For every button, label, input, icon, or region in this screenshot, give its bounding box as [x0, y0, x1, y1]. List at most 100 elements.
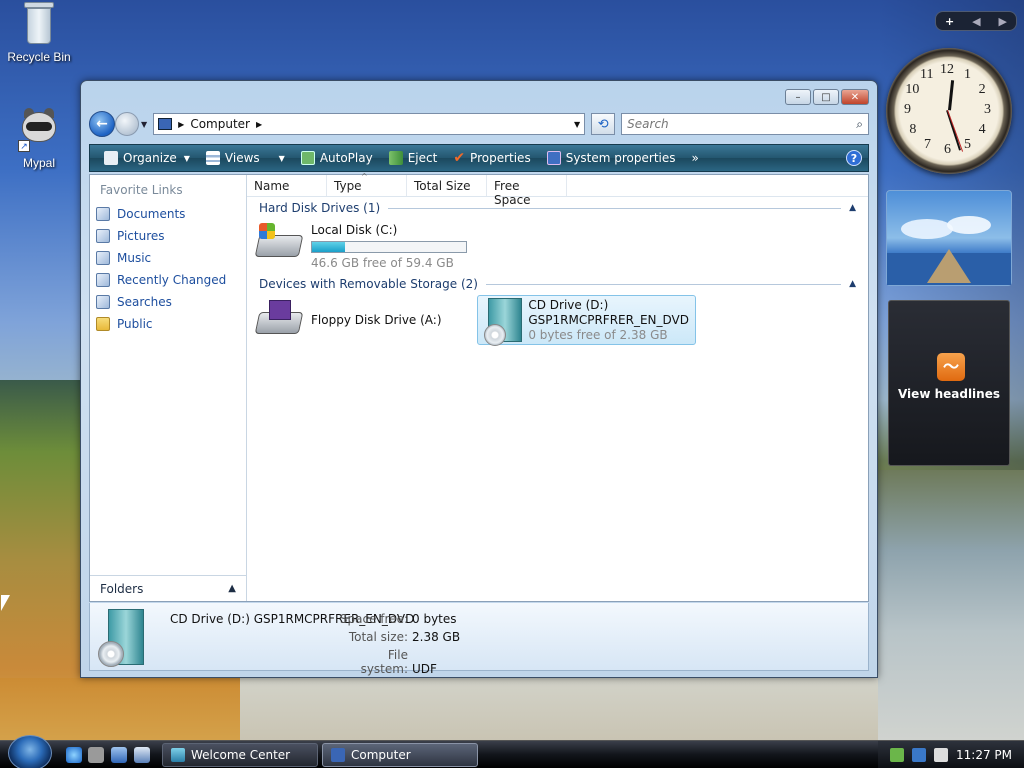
raccoon-shortcut-icon: ↗ — [18, 108, 60, 152]
autoplay-button[interactable]: AutoPlay — [293, 145, 381, 171]
desktop-wallpaper-field-bottom — [0, 678, 260, 740]
folders-label: Folders — [100, 581, 144, 596]
sidebar-gadget-controls: + ◀ ▶ — [935, 11, 1017, 31]
breadcrumb-chevron-icon[interactable]: ▶ — [178, 120, 184, 129]
command-toolbar: Organize ▼ Views ▼ AutoPlay Eject ✔ Proper… — [89, 144, 869, 172]
next-icon[interactable]: ▶ — [999, 15, 1007, 28]
details-value: 0 bytes — [412, 612, 457, 626]
address-dropdown-icon[interactable]: ▼ — [574, 120, 580, 129]
task-label: Computer — [351, 748, 411, 762]
drive-floppy-a[interactable]: Floppy Disk Drive (A:) — [254, 299, 442, 341]
recent-pages-dropdown[interactable]: ▼ — [141, 120, 147, 129]
fav-link-label: Searches — [117, 295, 172, 309]
taskbar: Welcome Center Computer 11:27 PM — [0, 735, 1024, 768]
fav-link-pictures[interactable]: Pictures — [90, 225, 246, 247]
clock-numeral: 12 — [940, 62, 954, 77]
help-icon[interactable]: ? — [846, 150, 862, 166]
security-icon[interactable] — [890, 748, 904, 762]
computer-icon — [331, 748, 345, 762]
disk-usage-fill — [312, 242, 346, 252]
system-properties-label: System properties — [565, 151, 676, 165]
organize-button[interactable]: Organize ▼ — [96, 145, 198, 171]
mypal-quicklaunch-icon[interactable] — [88, 747, 104, 763]
drive-cd-d[interactable]: CD Drive (D:) GSP1RMCPRFRER_EN_DVD 0 byt… — [477, 295, 696, 346]
close-button[interactable]: ✕ — [841, 89, 869, 105]
folders-toggle[interactable]: Folders ▲ — [90, 575, 246, 601]
forward-button[interactable] — [115, 112, 139, 136]
search-input[interactable]: Search ⌕ — [621, 113, 869, 135]
taskbar-item-welcome-center[interactable]: Welcome Center — [162, 743, 318, 767]
clock-time[interactable]: 11:27 PM — [956, 748, 1012, 762]
fav-link-searches[interactable]: Searches — [90, 291, 246, 313]
switch-windows-icon[interactable] — [134, 747, 150, 763]
documents-icon — [96, 207, 110, 221]
fav-link-label: Public — [117, 317, 153, 331]
slideshow-gadget[interactable] — [886, 190, 1012, 286]
properties-button[interactable]: ✔ Properties — [445, 145, 538, 171]
show-desktop-icon[interactable] — [111, 747, 127, 763]
fav-link-music[interactable]: Music — [90, 247, 246, 269]
drive-name: CD Drive (D:) — [528, 298, 609, 312]
explorer-window: – □ ✕ ← ▼ ▶ Computer ▶ ▼ ⟲ Search ⌕ Orga… — [80, 80, 878, 678]
maximize-button[interactable]: □ — [813, 89, 839, 105]
column-header-name[interactable]: Name — [247, 175, 327, 196]
navigation-pane: Favorite Links Documents Pictures Music … — [90, 175, 247, 601]
desktop-icon-recycle-bin[interactable]: Recycle Bin — [1, 2, 77, 64]
views-icon — [205, 151, 220, 165]
add-gadget-icon[interactable]: + — [945, 15, 954, 28]
drive-free-space: 46.6 GB free of 59.4 GB — [311, 256, 454, 270]
breadcrumb-computer[interactable]: Computer — [190, 117, 250, 131]
fav-link-recently-changed[interactable]: Recently Changed — [90, 269, 246, 291]
more-commands-button[interactable]: » — [684, 145, 707, 171]
volume-muted-icon[interactable] — [934, 748, 948, 762]
fav-link-label: Music — [117, 251, 152, 265]
drive-local-disk-c[interactable]: Local Disk (C:) 46.6 GB free of 59.4 GB — [254, 223, 467, 271]
refresh-button[interactable]: ⟲ — [591, 113, 616, 135]
fav-link-public[interactable]: Public — [90, 313, 246, 335]
drive-name: Local Disk (C:) — [311, 223, 398, 237]
window-controls: – □ ✕ — [785, 89, 869, 105]
back-button[interactable]: ← — [89, 111, 115, 137]
mouse-cursor-icon — [1, 595, 10, 611]
start-button[interactable] — [8, 735, 52, 768]
fav-link-documents[interactable]: Documents — [90, 203, 246, 225]
views-button[interactable]: Views ▼ — [198, 145, 293, 171]
desktop-icon-mypal[interactable]: ↗ Mypal — [1, 108, 77, 170]
search-placeholder: Search — [627, 117, 669, 131]
desktop-wallpaper-water — [878, 470, 1024, 740]
chevron-up-icon: ▲ — [849, 203, 856, 213]
group-label: Devices with Removable Storage (2) — [259, 277, 478, 291]
breadcrumb-chevron-icon[interactable]: ▶ — [256, 120, 262, 129]
chevron-up-icon: ▲ — [849, 279, 856, 289]
fav-link-label: Pictures — [117, 229, 165, 243]
clock-numeral: 9 — [904, 102, 911, 117]
column-header-type[interactable]: ^ Type — [327, 172, 407, 196]
organize-label: Organize — [123, 151, 177, 165]
minimize-button[interactable]: – — [785, 89, 811, 105]
eject-button[interactable]: Eject — [381, 145, 446, 171]
music-icon — [96, 251, 110, 265]
group-removable-storage[interactable]: Devices with Removable Storage (2) ▲ — [247, 273, 868, 293]
column-header-total-size[interactable]: Total Size — [407, 175, 487, 196]
network-icon[interactable] — [912, 748, 926, 762]
group-hard-disk-drives[interactable]: Hard Disk Drives (1) ▲ — [247, 197, 868, 217]
address-bar[interactable]: ▶ Computer ▶ ▼ — [153, 113, 586, 135]
feed-headlines-gadget[interactable]: 〜 View headlines — [888, 300, 1010, 466]
column-header-free-space[interactable]: Free Space — [487, 175, 567, 207]
previous-icon[interactable]: ◀ — [972, 15, 980, 28]
clock-gadget[interactable]: 11 10 9 8 7 6 5 4 3 2 1 12 — [886, 48, 1012, 174]
eject-icon — [388, 151, 403, 165]
clock-numeral: 1 — [964, 67, 971, 83]
clock-hour-hand — [948, 80, 955, 111]
system-properties-icon — [546, 151, 561, 165]
search-icon[interactable]: ⌕ — [856, 117, 863, 132]
autoplay-icon — [300, 151, 315, 165]
desktop-icon-label: Recycle Bin — [7, 50, 71, 64]
file-list: Name ^ Type Total Size Free Space Hard D… — [247, 172, 868, 601]
system-properties-button[interactable]: System properties — [539, 145, 684, 171]
organize-icon — [104, 151, 118, 165]
details-value: UDF — [412, 662, 437, 676]
navigation-bar: ← ▼ ▶ Computer ▶ ▼ ⟲ Search ⌕ — [89, 111, 869, 137]
internet-explorer-icon[interactable] — [66, 747, 82, 763]
taskbar-item-computer[interactable]: Computer — [322, 743, 478, 767]
